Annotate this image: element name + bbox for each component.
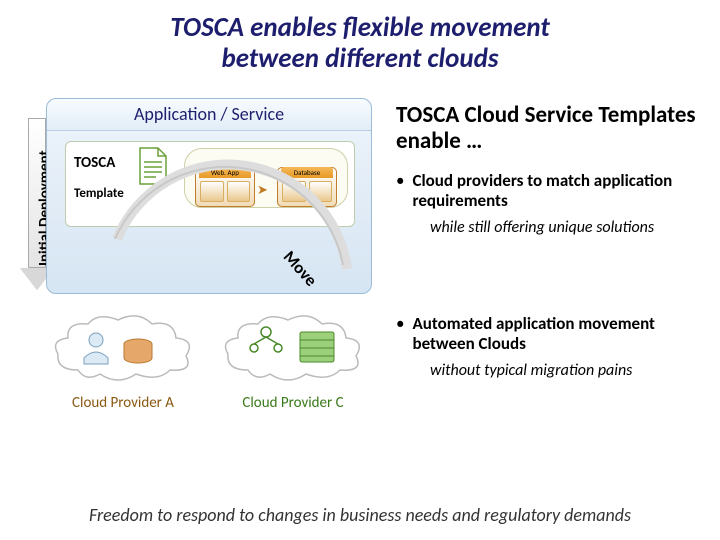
bullet-2-sub: without typical migration pains bbox=[430, 361, 706, 380]
bullet-2: • Automated application movement between… bbox=[396, 314, 706, 355]
bullet-1-text: Cloud providers to match application req… bbox=[412, 170, 672, 211]
bullet-2-text: Automated application movement between C… bbox=[412, 313, 654, 354]
bullet-1-sub: while still offering unique solutions bbox=[430, 218, 706, 237]
bottom-tagline: Freedom to respond to changes in busines… bbox=[0, 504, 720, 526]
bullet-2-group: • Automated application movement between… bbox=[396, 314, 706, 392]
cloud-c-icon bbox=[218, 310, 368, 388]
cloud-provider-row: Cloud Provider A Cloud Provider C bbox=[48, 310, 370, 440]
node-webapp-label: Web. App bbox=[199, 167, 251, 178]
application-service-header: Application / Service bbox=[47, 99, 371, 131]
bullet-dot-icon: • bbox=[396, 171, 404, 212]
document-icon bbox=[138, 146, 168, 186]
right-text-column: TOSCA Cloud Service Templates enable … •… bbox=[396, 102, 706, 249]
cloud-a-icon bbox=[48, 310, 198, 388]
cloud-provider-a-label: Cloud Provider A bbox=[48, 395, 198, 412]
cloud-provider-a: Cloud Provider A bbox=[48, 310, 198, 412]
tosca-label: TOSCA bbox=[74, 154, 115, 172]
connector-arrow-icon: ➤ bbox=[257, 183, 268, 198]
node-database-label: Database bbox=[281, 167, 333, 178]
bullet-dot-icon: • bbox=[396, 314, 404, 355]
right-title: TOSCA Cloud Service Templates enable … bbox=[396, 102, 706, 155]
slide-title: TOSCA enables flexible movement between … bbox=[0, 12, 720, 74]
title-line1: TOSCA enables flexible movement bbox=[170, 11, 550, 44]
node-database-body bbox=[282, 181, 332, 202]
template-label: Template bbox=[74, 186, 124, 201]
title-line2: between different clouds bbox=[221, 42, 498, 75]
cloud-provider-c: Cloud Provider C bbox=[218, 310, 368, 412]
node-webapp-body bbox=[200, 181, 250, 202]
topology-group: Web. App ➤ Database bbox=[184, 148, 348, 208]
bullet-1: • Cloud providers to match application r… bbox=[396, 171, 706, 212]
tosca-template-box: TOSCA Template Web. App ➤ bbox=[65, 141, 355, 227]
cloud-provider-c-label: Cloud Provider C bbox=[218, 395, 368, 412]
application-service-panel: Application / Service TOSCA Template Web… bbox=[46, 98, 372, 294]
node-database: Database bbox=[277, 167, 337, 207]
node-webapp: Web. App bbox=[195, 167, 255, 207]
